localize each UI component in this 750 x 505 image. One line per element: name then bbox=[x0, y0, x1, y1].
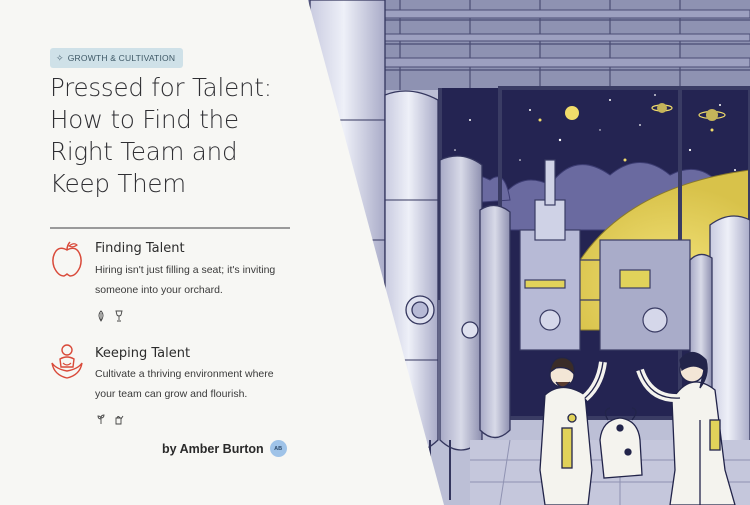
goblet-icon bbox=[115, 310, 123, 322]
category-tag[interactable]: ✧ GROWTH & CULTIVATION bbox=[50, 48, 184, 68]
category-label: GROWTH & CULTIVATION bbox=[67, 53, 176, 63]
apple-icon bbox=[52, 241, 82, 277]
leaf-icon bbox=[98, 310, 104, 322]
article-card: ✧ GROWTH & CULTIVATION Pressed for Talen… bbox=[0, 0, 750, 505]
author-byline: by Amber Burton AB bbox=[162, 440, 287, 457]
sparkle-icon: ✧ bbox=[56, 52, 64, 63]
watering-can-icon bbox=[115, 415, 124, 425]
author-name[interactable]: by Amber Burton bbox=[162, 442, 264, 456]
article-title: Pressed for Talent: How to Find the Righ… bbox=[50, 73, 272, 198]
section-mini-icons bbox=[96, 413, 124, 425]
nurture-hands-icon bbox=[51, 344, 83, 379]
section-heading-keeping-talent: Keeping Talent bbox=[95, 346, 191, 361]
avatar[interactable]: AB bbox=[269, 440, 287, 457]
sprout-icon bbox=[97, 414, 105, 424]
section-mini-icons bbox=[96, 310, 124, 322]
title-divider bbox=[50, 227, 290, 229]
section-body-keeping-talent: Cultivate a thriving environment where y… bbox=[95, 368, 274, 400]
section-body-finding-talent: Hiring isn't just filling a seat; it's i… bbox=[95, 264, 276, 296]
section-heading-finding-talent: Finding Talent bbox=[95, 241, 185, 256]
